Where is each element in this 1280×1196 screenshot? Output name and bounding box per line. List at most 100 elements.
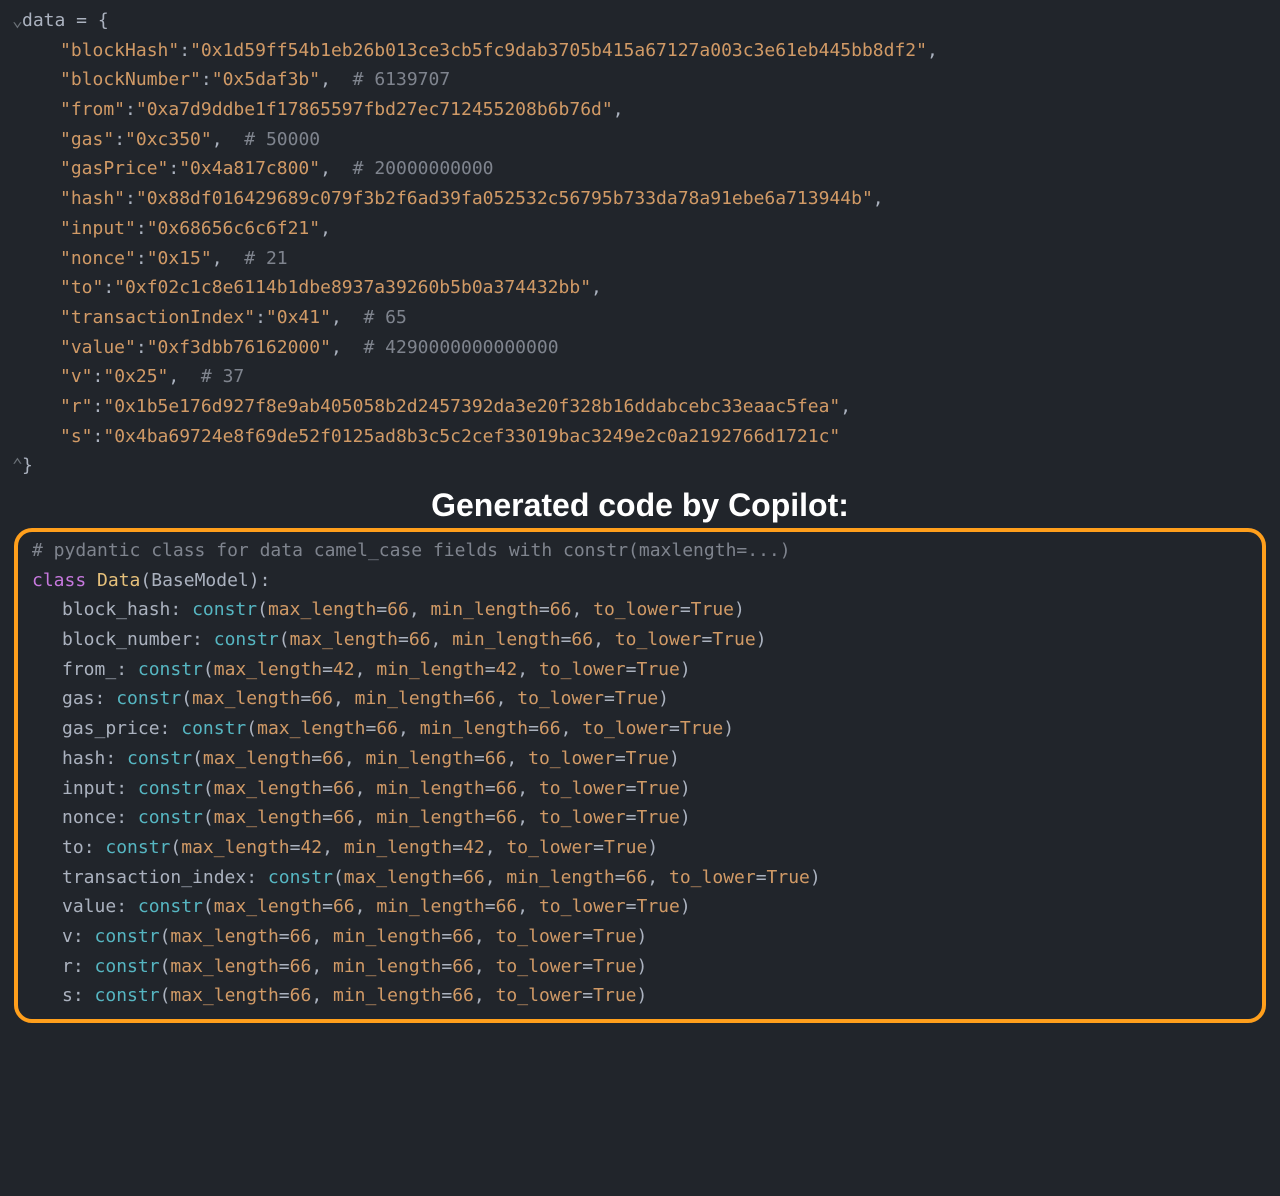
code-line: class Data(BaseModel): (24, 566, 1256, 596)
dict-key: "v" (60, 366, 93, 387)
code-line: gas: constr(max_length=66, min_length=66… (24, 684, 1256, 714)
dict-value: "0x25" (103, 366, 168, 387)
comment: # pydantic class for data camel_case fie… (32, 540, 791, 561)
code-line: block_hash: constr(max_length=66, min_le… (24, 595, 1256, 625)
base-class: BaseModel (151, 570, 249, 591)
code-line: "value":"0xf3dbb76162000", # 42900000000… (4, 333, 1276, 363)
field-name: s (62, 985, 73, 1006)
field-name: from_ (62, 659, 116, 680)
comment: # 4290000000000000 (363, 337, 558, 358)
dict-key: "to" (60, 277, 103, 298)
code-line: "transactionIndex":"0x41", # 65 (4, 303, 1276, 333)
code-line: "v":"0x25", # 37 (4, 362, 1276, 392)
code-line: "gasPrice":"0x4a817c800", # 20000000000 (4, 154, 1276, 184)
dict-value: "0x88df016429689c079f3b2f6ad39fa052532c5… (136, 188, 873, 209)
assignment: data = { (22, 10, 109, 31)
constr-call: constr (138, 807, 203, 828)
constr-call: constr (105, 837, 170, 858)
code-line: "from":"0xa7d9ddbe1f17865597fbd27ec71245… (4, 95, 1276, 125)
constr-call: constr (116, 688, 181, 709)
copilot-output-box: # pydantic class for data camel_case fie… (14, 528, 1266, 1023)
code-line: "blockHash":"0x1d59ff54b1eb26b013ce3cb5f… (4, 36, 1276, 66)
code-line: "hash":"0x88df016429689c079f3b2f6ad39fa0… (4, 184, 1276, 214)
constr-call: constr (192, 599, 257, 620)
constr-call: constr (95, 956, 160, 977)
comment: # 37 (201, 366, 244, 387)
section-heading: Generated code by Copilot: (4, 487, 1276, 524)
dict-value: "0x1b5e176d927f8e9ab405058b2d2457392da3e… (103, 396, 840, 417)
code-line: s: constr(max_length=66, min_length=66, … (24, 981, 1256, 1011)
constr-call: constr (138, 896, 203, 917)
keyword-class: class (32, 570, 86, 591)
close-brace: } (22, 455, 33, 476)
dict-key: "input" (60, 218, 136, 239)
code-line: block_number: constr(max_length=66, min_… (24, 625, 1256, 655)
dict-value: "0x5daf3b" (212, 69, 320, 90)
dict-key: "gasPrice" (60, 158, 168, 179)
comment: # 21 (244, 248, 287, 269)
field-name: hash (62, 748, 105, 769)
field-name: r (62, 956, 73, 977)
field-name: value (62, 896, 116, 917)
code-line: "gas":"0xc350", # 50000 (4, 125, 1276, 155)
code-line: "nonce":"0x15", # 21 (4, 244, 1276, 274)
dict-key: "s" (60, 426, 93, 447)
dict-value: "0xa7d9ddbe1f17865597fbd27ec712455208b6b… (136, 99, 613, 120)
dict-key: "transactionIndex" (60, 307, 255, 328)
comment: # 20000000000 (353, 158, 494, 179)
code-line: "input":"0x68656c6c6f21", (4, 214, 1276, 244)
code-line: to: constr(max_length=42, min_length=42,… (24, 833, 1256, 863)
dict-key: "nonce" (60, 248, 136, 269)
code-line: transaction_index: constr(max_length=66,… (24, 863, 1256, 893)
dict-value: "0x4ba69724e8f69de52f0125ad8b3c5c2cef330… (103, 426, 840, 447)
code-line: # pydantic class for data camel_case fie… (24, 536, 1256, 566)
constr-call: constr (138, 778, 203, 799)
code-line: input: constr(max_length=66, min_length=… (24, 774, 1256, 804)
field-name: input (62, 778, 116, 799)
code-line: nonce: constr(max_length=66, min_length=… (24, 803, 1256, 833)
code-line: v: constr(max_length=66, min_length=66, … (24, 922, 1256, 952)
code-line: value: constr(max_length=66, min_length=… (24, 892, 1256, 922)
field-name: block_hash (62, 599, 170, 620)
dict-value: "0x4a817c800" (179, 158, 320, 179)
dict-value: "0xf02c1c8e6114b1dbe8937a39260b5b0a37443… (114, 277, 591, 298)
comment: # 65 (363, 307, 406, 328)
dict-value: "0x15" (147, 248, 212, 269)
constr-call: constr (214, 629, 279, 650)
comment: # 6139707 (353, 69, 451, 90)
dict-key: "blockNumber" (60, 69, 201, 90)
dict-value: "0x41" (266, 307, 331, 328)
code-line: gas_price: constr(max_length=66, min_len… (24, 714, 1256, 744)
constr-call: constr (268, 867, 333, 888)
constr-call: constr (127, 748, 192, 769)
dict-value: "0xf3dbb76162000" (147, 337, 331, 358)
code-line: "to":"0xf02c1c8e6114b1dbe8937a39260b5b0a… (4, 273, 1276, 303)
constr-call: constr (181, 718, 246, 739)
code-line: "blockNumber":"0x5daf3b", # 6139707 (4, 65, 1276, 95)
constr-call: constr (95, 985, 160, 1006)
field-name: gas (62, 688, 95, 709)
code-line: ⌃} (4, 451, 1276, 481)
dict-value: "0xc350" (125, 129, 212, 150)
dict-key: "r" (60, 396, 93, 417)
code-line: r: constr(max_length=66, min_length=66, … (24, 952, 1256, 982)
code-line: "s":"0x4ba69724e8f69de52f0125ad8b3c5c2ce… (4, 422, 1276, 452)
dict-key: "gas" (60, 129, 114, 150)
dict-key: "value" (60, 337, 136, 358)
code-editor[interactable]: ⌄data = { "blockHash":"0x1d59ff54b1eb26b… (0, 0, 1280, 1039)
field-name: transaction_index (62, 867, 246, 888)
constr-call: constr (138, 659, 203, 680)
code-line: ⌄data = { (4, 6, 1276, 36)
fold-icon[interactable]: ⌄ (12, 6, 22, 36)
dict-value: "0x1d59ff54b1eb26b013ce3cb5fc9dab3705b41… (190, 40, 927, 61)
dict-key: "hash" (60, 188, 125, 209)
code-line: hash: constr(max_length=66, min_length=6… (24, 744, 1256, 774)
code-line: "r":"0x1b5e176d927f8e9ab405058b2d2457392… (4, 392, 1276, 422)
constr-call: constr (95, 926, 160, 947)
comment: # 50000 (244, 129, 320, 150)
fold-close-icon: ⌃ (12, 451, 22, 481)
field-name: block_number (62, 629, 192, 650)
field-name: gas_price (62, 718, 160, 739)
field-name: v (62, 926, 73, 947)
class-name: Data (97, 570, 140, 591)
